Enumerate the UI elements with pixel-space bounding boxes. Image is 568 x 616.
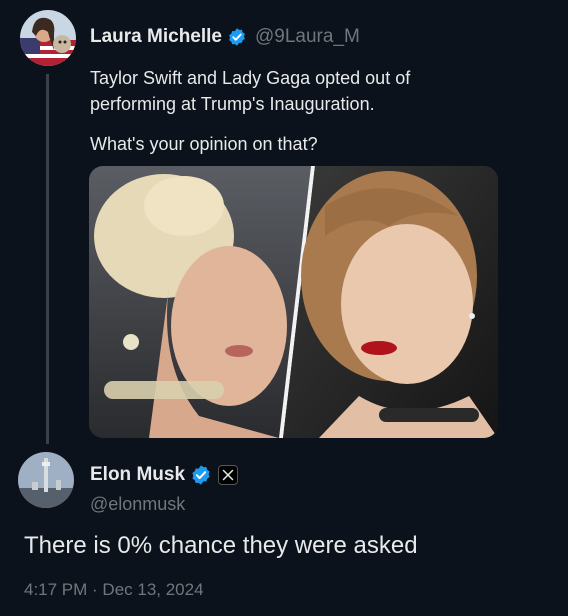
author-display-name[interactable]: Laura Michelle [90, 26, 222, 48]
tweet-text-line-3: What's your opinion on that? [90, 134, 318, 154]
tweet-text-line-1: Taylor Swift and Lady Gaga opted out of [90, 68, 411, 88]
reply-author-row: Elon Musk [90, 462, 239, 488]
avatar-elon[interactable] [18, 452, 74, 508]
thread-connector-line [46, 74, 49, 444]
avatar-laura[interactable] [20, 10, 76, 66]
reply-timestamp[interactable]: 4:17 PM · Dec 13, 2024 [24, 580, 204, 600]
verified-badge-icon [227, 27, 247, 47]
x-logo-icon [218, 465, 239, 485]
reply-display-name[interactable]: Elon Musk [90, 464, 185, 486]
reply-handle[interactable]: @elonmusk [90, 494, 185, 515]
verified-badge-icon [190, 464, 212, 486]
tweet-media-image[interactable] [89, 166, 498, 438]
tweet-text-line-2: performing at Trump's Inauguration. [90, 94, 375, 114]
author-handle[interactable]: @9Laura_M [255, 26, 360, 48]
original-author-row: Laura Michelle @9Laura_M [90, 24, 360, 50]
reply-text: There is 0% chance they were asked [24, 532, 418, 559]
